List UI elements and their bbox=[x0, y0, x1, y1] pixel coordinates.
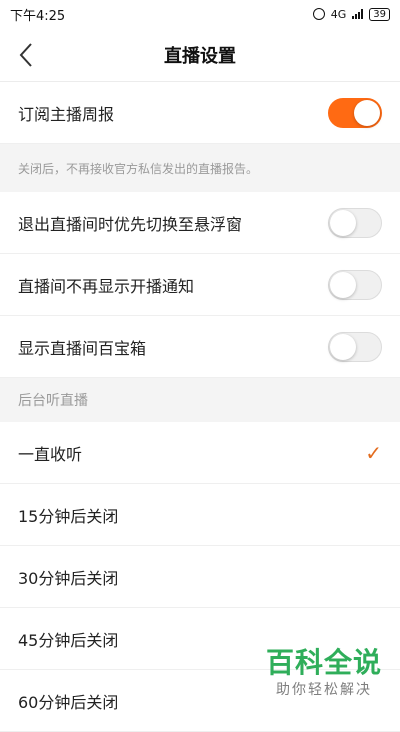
back-button[interactable] bbox=[14, 40, 38, 70]
toggle-knob bbox=[330, 333, 356, 360]
listen-option-always[interactable]: 一直收听 ✓ bbox=[0, 422, 400, 484]
hide-live-notice-toggle[interactable] bbox=[328, 269, 382, 300]
header: 直播设置 bbox=[0, 28, 400, 82]
listen-option-label: 30分钟后关闭 bbox=[18, 568, 119, 588]
listen-option-label: 一直收听 bbox=[18, 444, 83, 464]
hide-live-notice-label: 直播间不再显示开播通知 bbox=[18, 276, 195, 296]
network-label: 4G bbox=[330, 7, 347, 21]
floating-window-row: 退出直播间时优先切换至悬浮窗 bbox=[0, 192, 400, 254]
watermark-title: 百科全说 bbox=[265, 646, 382, 679]
alarm-icon bbox=[312, 8, 325, 20]
status-icons: 4G 39 bbox=[312, 7, 390, 21]
treasure-box-toggle[interactable] bbox=[328, 331, 382, 362]
treasure-box-label: 显示直播间百宝箱 bbox=[18, 338, 147, 358]
subscribe-weekly-label: 订阅主播周报 bbox=[18, 104, 115, 124]
listen-option-label: 45分钟后关闭 bbox=[18, 630, 119, 650]
listen-option-30min[interactable]: 30分钟后关闭 bbox=[0, 546, 400, 608]
listen-option-label: 15分钟后关闭 bbox=[18, 506, 119, 526]
subscribe-note: 关闭后，不再接收官方私信发出的直播报告。 bbox=[0, 144, 400, 192]
background-listen-section-header: 后台听直播 bbox=[0, 378, 400, 422]
subscribe-weekly-row: 订阅主播周报 bbox=[0, 82, 400, 144]
toggle-knob bbox=[330, 271, 356, 298]
watermark: 百科全说 助你轻松解决 bbox=[266, 647, 382, 699]
watermark-subtitle: 助你轻松解决 bbox=[275, 682, 372, 698]
toggle-knob bbox=[330, 209, 356, 236]
listen-option-label: 60分钟后关闭 bbox=[18, 692, 119, 712]
status-bar: 下午4:25 4G 39 bbox=[0, 0, 400, 28]
hide-live-notice-row: 直播间不再显示开播通知 bbox=[0, 254, 400, 316]
listen-option-15min[interactable]: 15分钟后关闭 bbox=[0, 484, 400, 546]
signal-icon bbox=[352, 9, 364, 19]
battery-icon: 39 bbox=[369, 7, 390, 21]
status-time: 下午4:25 bbox=[10, 8, 66, 24]
floating-window-label: 退出直播间时优先切换至悬浮窗 bbox=[18, 214, 243, 234]
check-icon: ✓ bbox=[365, 440, 382, 465]
chevron-left-icon bbox=[19, 42, 32, 67]
page-title: 直播设置 bbox=[164, 45, 236, 67]
treasure-box-row: 显示直播间百宝箱 bbox=[0, 316, 400, 378]
toggle-knob bbox=[354, 99, 380, 126]
floating-window-toggle[interactable] bbox=[328, 207, 382, 238]
subscribe-weekly-toggle[interactable] bbox=[328, 97, 382, 128]
